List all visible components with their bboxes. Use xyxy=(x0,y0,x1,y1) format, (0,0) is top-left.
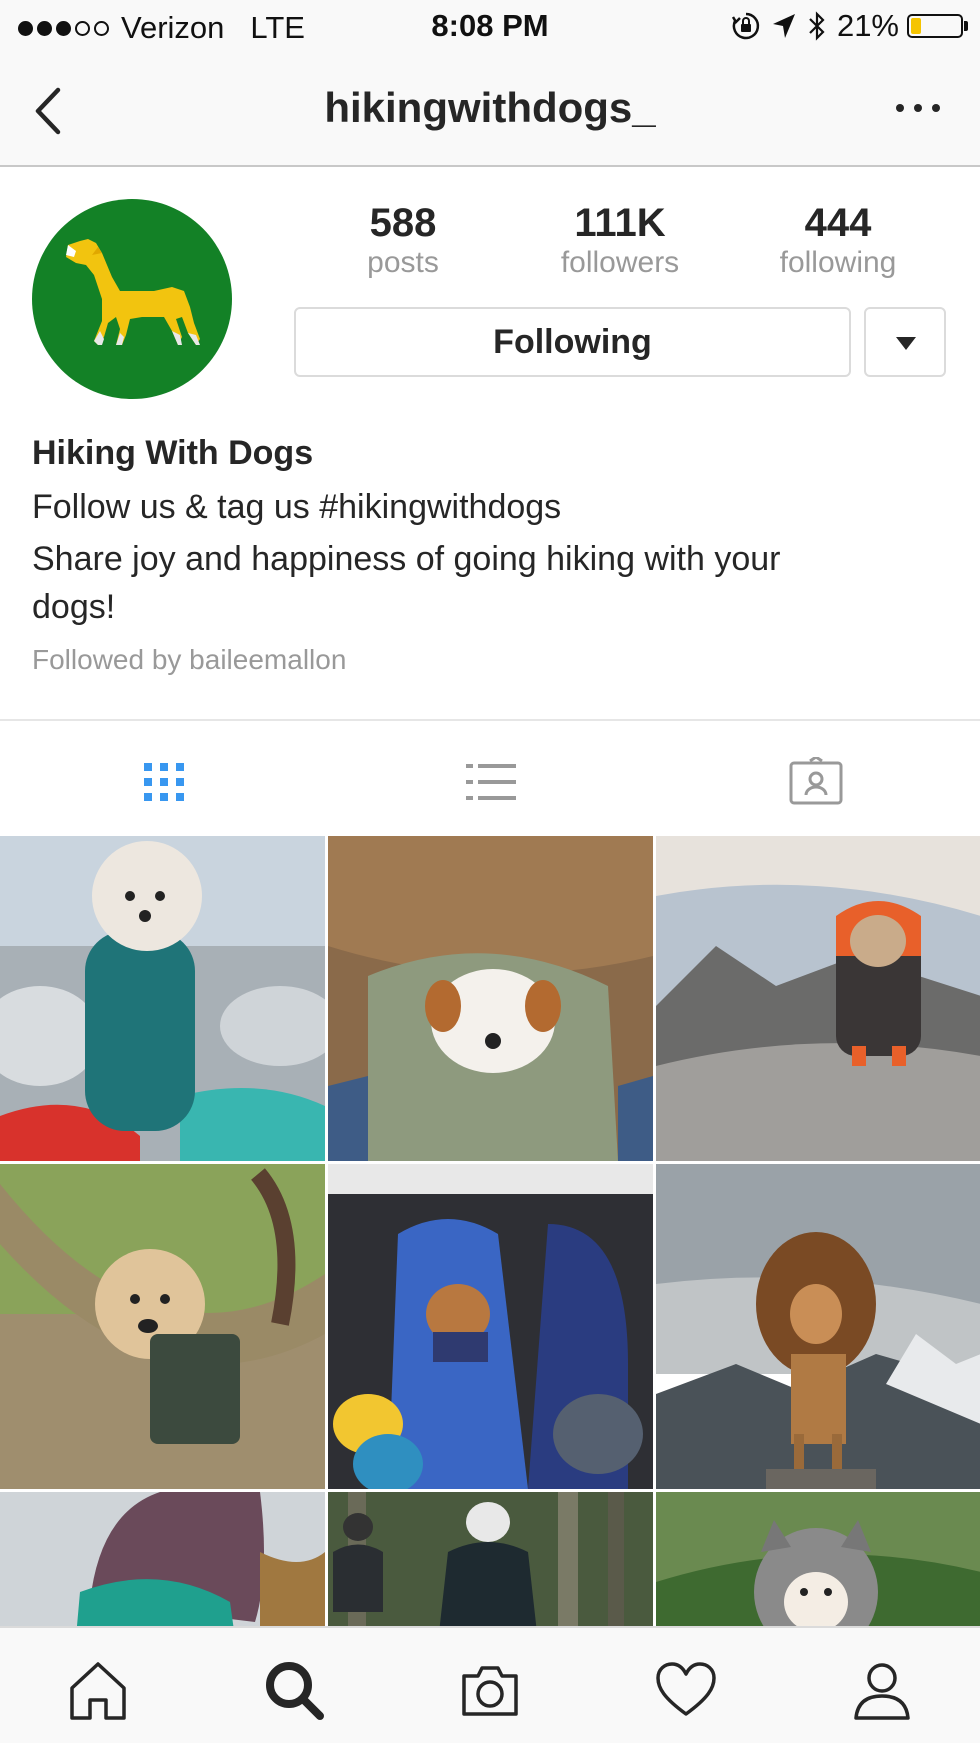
camera-icon[interactable] xyxy=(458,1658,522,1722)
post-thumbnail[interactable] xyxy=(328,1492,653,1626)
following-count: 444 xyxy=(804,201,872,245)
following-label: following xyxy=(779,246,897,279)
avatar[interactable] xyxy=(32,199,232,399)
nav-bar: hikingwithdogs_ xyxy=(0,56,980,167)
stat-posts[interactable]: 588 posts xyxy=(303,200,503,280)
stat-following[interactable]: 444 following xyxy=(738,200,938,280)
post-thumbnail[interactable] xyxy=(328,836,653,1161)
bio-line: Follow us & tag us #hikingwithdogs xyxy=(32,488,562,526)
following-button[interactable]: Following xyxy=(294,307,851,377)
followed-by-text[interactable]: Followed by baileemallon xyxy=(32,644,346,676)
profile-display-name: Hiking With Dogs xyxy=(32,434,314,472)
tagged-icon[interactable] xyxy=(786,757,846,807)
dog-logo-icon xyxy=(66,239,200,345)
profile-view-tabs xyxy=(0,719,980,835)
post-thumbnail[interactable] xyxy=(656,1164,980,1489)
stat-followers[interactable]: 111K followers xyxy=(520,200,720,280)
home-icon[interactable] xyxy=(66,1658,130,1722)
bio-line: dogs! xyxy=(32,588,116,626)
suggestions-dropdown-button[interactable] xyxy=(864,307,946,377)
status-right: 21% xyxy=(731,8,968,44)
photo-grid xyxy=(0,836,980,1626)
profile-username: hikingwithdogs_ xyxy=(324,84,656,131)
post-thumbnail[interactable] xyxy=(0,1164,325,1489)
profile-icon[interactable] xyxy=(850,1658,914,1722)
post-thumbnail[interactable] xyxy=(328,1164,653,1489)
followers-count: 111K xyxy=(574,201,666,245)
location-arrow-icon xyxy=(772,14,795,38)
grid-icon[interactable] xyxy=(134,757,194,807)
post-thumbnail[interactable] xyxy=(656,1492,980,1626)
bottom-tab-bar xyxy=(0,1626,980,1743)
post-thumbnail[interactable] xyxy=(0,836,325,1161)
search-icon[interactable] xyxy=(262,1658,326,1722)
list-icon[interactable] xyxy=(460,757,520,807)
battery-icon xyxy=(907,14,963,38)
caret-down-icon xyxy=(896,337,916,350)
post-thumbnail[interactable] xyxy=(656,836,980,1161)
posts-count: 588 xyxy=(369,201,437,245)
followers-label: followers xyxy=(560,246,680,279)
post-thumbnail[interactable] xyxy=(0,1492,325,1626)
bio-line: Share joy and happiness of going hiking … xyxy=(32,540,781,578)
more-options-icon[interactable] xyxy=(896,100,940,116)
bluetooth-icon xyxy=(809,11,825,41)
battery-percent: 21% xyxy=(836,8,899,43)
heart-icon[interactable] xyxy=(654,1658,718,1722)
rotation-lock-icon xyxy=(731,12,760,40)
posts-label: posts xyxy=(367,246,439,279)
status-bar: Verizon LTE 8:08 PM 21% xyxy=(0,0,980,56)
